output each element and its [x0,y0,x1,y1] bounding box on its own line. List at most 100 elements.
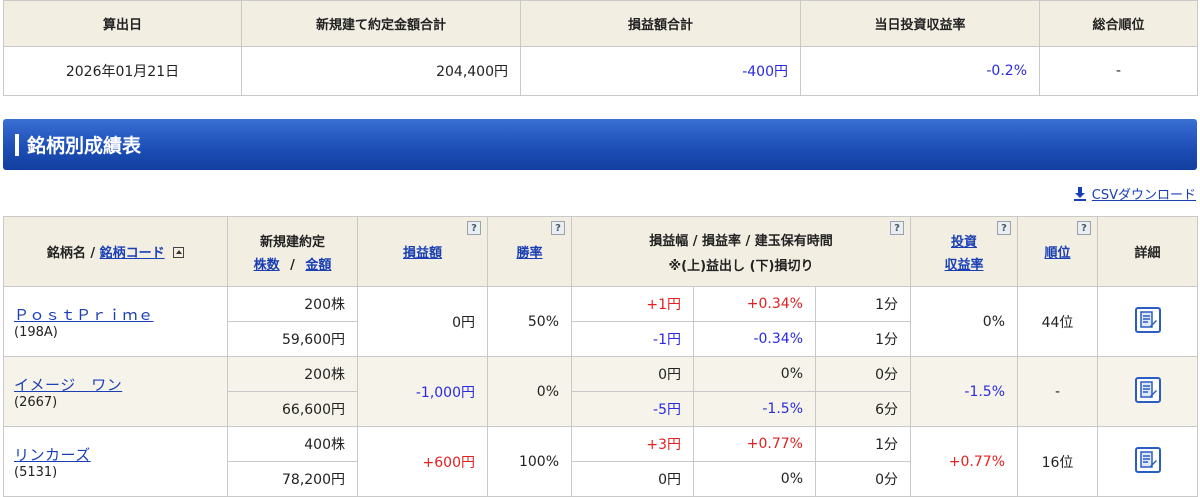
down-time: 6分 [814,391,912,427]
detail-cell [1097,426,1199,497]
stock-name-link[interactable]: リンカーズ [14,446,91,464]
rank: - [1017,356,1099,427]
sort-icon[interactable] [173,247,185,258]
results-header-row: 銘柄名 / 銘柄コード 新規建約定 株数 / 金額 ? 損益額 ? 勝率 ? 損… [3,216,1199,287]
header-detail: 詳細 [1097,216,1199,287]
return: 0% [910,286,1019,357]
sort-shares-link[interactable]: 株数 [254,258,280,273]
help-icon[interactable]: ? [890,221,905,235]
up-range: +3円 [571,426,694,462]
header-return: ? 投資 収益率 [910,216,1019,287]
header-contract-label: 新規建約定 [259,234,325,250]
download-icon [1073,187,1086,201]
sort-amount-link[interactable]: 金額 [305,258,331,273]
header-name-code: 銘柄名 / 銘柄コード [3,216,228,287]
detail-memo-icon[interactable] [1134,446,1161,473]
csv-download-link[interactable]: CSVダウンロード [1073,184,1196,203]
up-rate: +0.34% [693,286,816,322]
table-row: イメージ ワン (2667) 200株 -1,000円 0% 0円 0% 0分 … [3,356,1199,427]
help-icon[interactable]: ? [551,221,565,235]
stock-cell: ＰｏｓｔＰｒｉｍｅ (198A) [3,286,228,357]
rank: 16位 [1017,426,1099,497]
summary-contract-total: 204,400円 [241,46,521,96]
header-winrate: ? 勝率 [487,216,572,287]
summary-table: 算出日 新規建て約定金額合計 損益額合計 当日投資収益率 総合順位 2026年0… [3,0,1198,96]
header-range-label: 損益幅 / 損益率 / 建玉保有時間 [649,233,833,249]
up-time: 0分 [814,356,912,392]
stock-code: (2667) [14,394,58,410]
down-rate: -0.34% [693,321,816,357]
up-rate: +0.77% [693,426,816,462]
header-pnl: ? 損益額 [357,216,488,287]
down-time: 0分 [814,461,912,497]
stock-cell: リンカーズ (5131) [3,426,228,497]
down-rate: -1.5% [693,391,816,427]
summary-date: 2026年01月21日 [3,46,242,96]
table-row: リンカーズ (5131) 400株 +600円 100% +3円 +0.77% … [3,426,1199,497]
header-name: 銘柄名 / [46,246,96,261]
rank: 44位 [1017,286,1099,357]
detail-cell [1097,356,1199,427]
summary-header-row: 算出日 新規建て約定金額合計 損益額合計 当日投資収益率 総合順位 [3,0,1198,47]
header-contract: 新規建約定 株数 / 金額 [227,216,358,287]
summary-header-return: 当日投資収益率 [800,0,1040,47]
summary-header-date: 算出日 [3,0,242,47]
down-range: -5円 [571,391,694,427]
winrate: 0% [487,356,572,427]
shares: 200株 [227,286,358,322]
stock-name-link[interactable]: イメージ ワン [14,376,122,394]
summary-header-contract: 新規建て約定金額合計 [241,0,521,47]
section-header-bar: 銘柄別成績表 [3,119,1197,170]
summary-header-rank: 総合順位 [1039,0,1198,47]
return: +0.77% [910,426,1019,497]
stock-code: (198A) [14,324,58,340]
header-range: ? 損益幅 / 損益率 / 建玉保有時間 ※(上)益出し (下)損切り [570,216,912,287]
table-row: ＰｏｓｔＰｒｉｍｅ (198A) 200株 0円 50% +1円 +0.34% … [3,286,1199,357]
summary-value-row: 2026年01月21日 204,400円 -400円 -0.2% - [3,46,1198,96]
help-icon[interactable]: ? [1077,221,1092,235]
sort-pnl-link[interactable]: 損益額 [403,246,442,261]
sort-return-link-2[interactable]: 収益率 [945,258,984,273]
stock-name-link[interactable]: ＰｏｓｔＰｒｉｍｅ [14,306,154,324]
up-range: 0円 [571,356,694,392]
help-icon[interactable]: ? [467,221,481,235]
winrate: 100% [487,426,572,497]
summary-header-pnl: 損益額合計 [520,0,801,47]
section-title: 銘柄別成績表 [27,135,142,157]
sort-rank-link[interactable]: 順位 [1045,246,1071,261]
stock-cell: イメージ ワン (2667) [3,356,228,427]
up-time: 1分 [814,426,912,462]
detail-memo-icon[interactable] [1134,306,1161,333]
sort-winrate-link[interactable]: 勝率 [516,246,542,261]
amount: 78,200円 [227,461,358,497]
pnl: +600円 [357,426,488,497]
pnl: -1,000円 [357,356,488,427]
amount: 59,600円 [227,321,358,357]
stock-code: (5131) [14,464,58,480]
down-rate: 0% [693,461,816,497]
winrate: 50% [487,286,572,357]
summary-return-rate: -0.2% [800,46,1040,96]
csv-download-label: CSVダウンロード [1091,188,1196,203]
amount: 66,600円 [227,391,358,427]
header-range-note: ※(上)益出し (下)損切り [668,258,814,274]
down-range: -1円 [571,321,694,357]
header-rank: ? 順位 [1017,216,1099,287]
summary-rank: - [1039,46,1198,96]
detail-cell [1097,286,1199,357]
summary-pnl-total: -400円 [520,46,801,96]
sort-return-link-1[interactable]: 投資 [951,235,977,250]
sort-code-link[interactable]: 銘柄コード [100,246,165,261]
up-rate: 0% [693,356,816,392]
section-accent-bar [15,134,19,156]
shares: 400株 [227,426,358,462]
shares: 200株 [227,356,358,392]
up-range: +1円 [571,286,694,322]
down-range: 0円 [571,461,694,497]
pnl: 0円 [357,286,488,357]
up-time: 1分 [814,286,912,322]
detail-memo-icon[interactable] [1134,376,1161,403]
help-icon[interactable]: ? [997,221,1012,235]
return: -1.5% [910,356,1019,427]
down-time: 1分 [814,321,912,357]
